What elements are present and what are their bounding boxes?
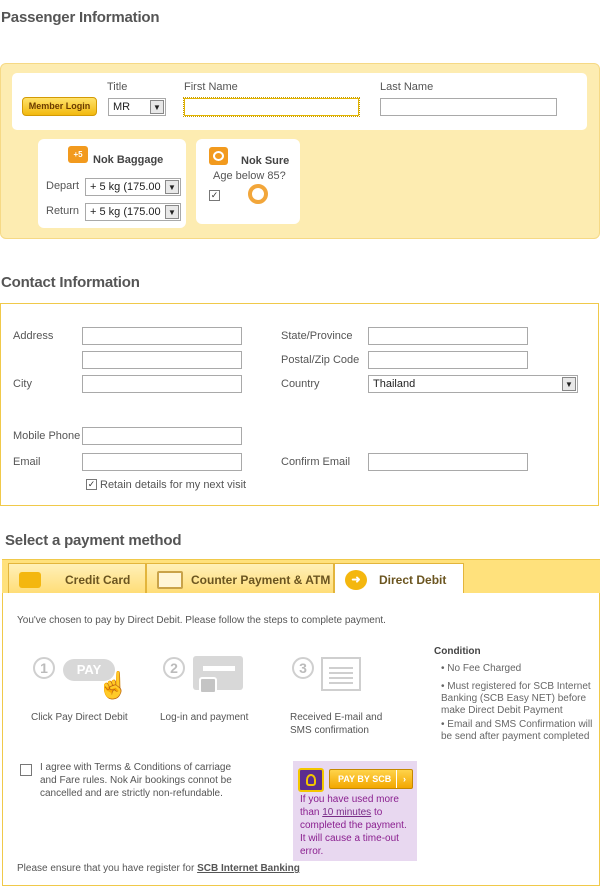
city-input[interactable] (82, 375, 242, 393)
nok-sure-subtitle: Age below 85? (213, 170, 286, 182)
chevron-down-icon: ▼ (165, 205, 179, 219)
terms-line-3: cancelled and are strictly non-refundabl… (40, 788, 223, 799)
return-baggage-value: + 5 kg (175.00 (90, 206, 161, 218)
step-3-label-line1: Received E-mail and (290, 712, 383, 723)
receipt-icon (157, 571, 183, 589)
tab-credit-card-label: Credit Card (65, 573, 131, 587)
last-name-input[interactable] (380, 98, 557, 116)
condition-item: • Email and SMS Confirmation will be sen… (441, 719, 593, 742)
scb-internet-banking-link[interactable]: SCB Internet Banking (197, 863, 300, 874)
credit-card-icon (19, 572, 41, 588)
step-3-number: 3 (292, 657, 314, 679)
ten-minutes-link: 10 minutes (322, 807, 372, 818)
depart-baggage-value: + 5 kg (175.00 (90, 181, 161, 193)
country-select-value: Thailand (373, 378, 416, 390)
nok-sure-checkbox[interactable]: ✓ (209, 190, 220, 201)
title-select-value: MR (113, 101, 131, 113)
baggage-icon: +5 (68, 146, 88, 163)
mobile-phone-label: Mobile Phone (13, 430, 81, 442)
depart-baggage-select[interactable]: + 5 kg (175.00 ▼ (85, 178, 181, 196)
return-label: Return (46, 205, 80, 217)
confirm-email-input[interactable] (368, 453, 528, 471)
member-login-button[interactable]: Member Login (22, 97, 97, 116)
confirm-email-label: Confirm Email (281, 456, 351, 468)
lifebuoy-icon (209, 147, 228, 165)
postal-label: Postal/Zip Code (281, 354, 360, 366)
tab-counter-payment-label: Counter Payment & ATM (191, 573, 331, 587)
tab-direct-debit-label: Direct Debit (379, 573, 447, 587)
chevron-down-icon: ▼ (562, 377, 576, 391)
condition-item: • No Fee Charged (441, 663, 522, 674)
address-input-1[interactable] (82, 327, 242, 345)
terms-line-2: and Fare rules. Nok Air bookings connot … (40, 775, 232, 786)
timeout-warning: If you have used more than 10 minutes to… (300, 794, 407, 857)
condition-item: • Must registered for SCB Internet Banki… (441, 681, 591, 716)
country-select[interactable]: Thailand ▼ (368, 375, 578, 393)
document-icon (321, 657, 361, 691)
nok-sure-title: Nok Sure (241, 155, 290, 167)
pay-by-scb-label: PAY BY SCB (338, 774, 392, 784)
step-2-label: Log-in and payment (160, 712, 249, 723)
retain-details-label: Retain details for my next visit (100, 479, 247, 491)
mobile-phone-input[interactable] (82, 427, 242, 445)
lifebuoy-icon (248, 184, 268, 204)
payment-intro: You've chosen to pay by Direct Debit. Pl… (17, 615, 386, 626)
terms-line-1: I agree with Terms & Conditions of carri… (40, 762, 232, 773)
last-name-label: Last Name (380, 81, 434, 93)
hand-pointer-icon: ☝ (97, 670, 130, 700)
tab-direct-debit[interactable]: ➜ Direct Debit (334, 563, 464, 596)
email-input[interactable] (82, 453, 242, 471)
terms-agree-text: I agree with Terms & Conditions of carri… (40, 761, 232, 800)
state-label: State/Province (281, 330, 353, 342)
retain-details-checkbox[interactable]: ✓ (86, 479, 97, 490)
direct-debit-icon: ➜ (345, 570, 367, 590)
title-label: Title (107, 81, 128, 93)
chevron-down-icon: ▼ (150, 100, 164, 114)
email-label: Email (13, 456, 41, 468)
pay-by-scb-button[interactable]: PAY BY SCB › (329, 769, 413, 789)
country-label: Country (281, 378, 320, 390)
chevron-right-icon: › (396, 770, 412, 788)
terms-checkbox[interactable] (20, 764, 32, 776)
postal-input[interactable] (368, 351, 528, 369)
first-name-label: First Name (184, 81, 238, 93)
register-note: Please ensure that you have register for… (17, 863, 300, 874)
chevron-down-icon: ▼ (165, 180, 179, 194)
contact-section-title: Contact Information (1, 274, 140, 291)
return-baggage-select[interactable]: + 5 kg (175.00 ▼ (85, 203, 181, 221)
tab-credit-card[interactable]: Credit Card (8, 563, 146, 595)
step-1-label: Click Pay Direct Debit (31, 712, 128, 723)
depart-label: Depart (46, 180, 80, 192)
address-label: Address (13, 330, 54, 342)
condition-list: • No Fee Charged • Must registered for S… (441, 663, 593, 743)
nok-baggage-title: Nok Baggage (93, 154, 164, 166)
city-label: City (13, 378, 32, 390)
tab-counter-payment[interactable]: Counter Payment & ATM (146, 563, 334, 595)
lock-icon (199, 677, 217, 694)
title-select[interactable]: MR ▼ (108, 98, 166, 116)
payment-section-title: Select a payment method (5, 532, 182, 549)
step-1-number: 1 (33, 657, 55, 679)
condition-title: Condition (434, 646, 481, 657)
step-3-label-line2: SMS confirmation (290, 725, 369, 736)
step-2-number: 2 (163, 657, 185, 679)
state-input[interactable] (368, 327, 528, 345)
address-input-2[interactable] (82, 351, 242, 369)
first-name-input[interactable] (183, 97, 360, 117)
scb-logo-icon (298, 768, 324, 792)
passenger-section-title: Passenger Information (1, 9, 160, 26)
payment-tabs: Credit Card Counter Payment & ATM ➜ Dire… (2, 559, 600, 596)
